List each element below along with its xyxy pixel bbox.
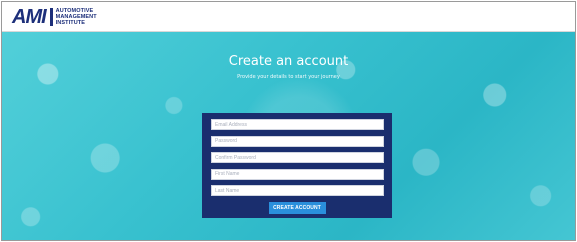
page-subtitle: Provide your details to start your journ… [237, 74, 340, 80]
browser-frame: AMI AUTOMOTIVE MANAGEMENT INSTITUTE Crea… [1, 1, 576, 241]
create-account-button[interactable]: CREATE ACCOUNT [268, 201, 326, 214]
create-account-form: CREATE ACCOUNT [202, 113, 392, 218]
logo-mark: AMI [12, 5, 47, 28]
email-field[interactable] [211, 119, 384, 130]
first-name-field[interactable] [211, 168, 384, 180]
hero-section: Create an account Provide your details t… [2, 32, 575, 240]
logo-line-3: INSTITUTE [55, 19, 85, 26]
ami-logo[interactable]: AMI AUTOMOTIVE MANAGEMENT INSTITUTE [12, 5, 97, 28]
logo-wordmark: AUTOMOTIVE MANAGEMENT INSTITUTE [56, 8, 97, 26]
page-title: Create an account [228, 54, 349, 69]
site-header: AMI AUTOMOTIVE MANAGEMENT INSTITUTE [2, 2, 575, 32]
last-name-field[interactable] [211, 185, 384, 196]
password-field[interactable] [211, 135, 384, 147]
logo-divider [49, 7, 53, 26]
confirm-password-field[interactable] [211, 152, 384, 163]
